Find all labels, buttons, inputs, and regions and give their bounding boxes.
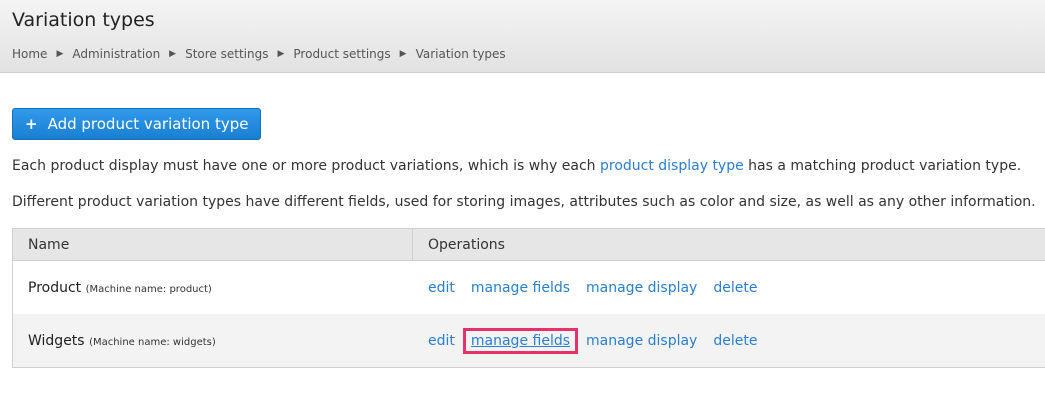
row-name: Product: [28, 279, 82, 296]
breadcrumb-separator-icon: ▶: [56, 49, 64, 59]
variation-types-table: Name Operations Product (Machine name: p…: [12, 228, 1045, 368]
description-line-2: Different product variation types have d…: [12, 194, 1036, 210]
breadcrumb-store-settings[interactable]: Store settings: [185, 47, 268, 61]
table-row: Widgets (Machine name: widgets) edit man…: [13, 314, 1045, 367]
plus-icon: +: [25, 115, 38, 133]
row-machine-name: (Machine name: product): [85, 283, 212, 295]
product-display-type-link[interactable]: product display type: [600, 158, 744, 174]
breadcrumb-separator-icon: ▶: [169, 49, 177, 59]
add-button-label: Add product variation type: [47, 115, 249, 133]
breadcrumb-administration[interactable]: Administration: [72, 47, 160, 61]
page-title: Variation types: [12, 9, 155, 31]
manage-display-link[interactable]: manage display: [586, 333, 697, 349]
delete-link[interactable]: delete: [713, 333, 757, 349]
row-name-cell: Product (Machine name: product): [13, 280, 413, 296]
manage-fields-link[interactable]: manage fields: [462, 327, 579, 354]
table-header: Name Operations: [13, 229, 1045, 261]
row-machine-name: (Machine name: widgets): [89, 336, 216, 348]
page-header: Variation types Home ▶ Administration ▶ …: [0, 0, 1045, 73]
description-line-1: Each product display must have one or mo…: [12, 158, 1022, 174]
row-name: Widgets: [28, 332, 85, 349]
breadcrumb-separator-icon: ▶: [277, 49, 285, 59]
row-name-cell: Widgets (Machine name: widgets): [13, 333, 413, 349]
breadcrumb-variation-types[interactable]: Variation types: [416, 47, 506, 61]
breadcrumb-product-settings[interactable]: Product settings: [293, 47, 390, 61]
column-header-operations: Operations: [428, 236, 505, 253]
edit-link[interactable]: edit: [428, 333, 455, 349]
breadcrumb: Home ▶ Administration ▶ Store settings ▶…: [12, 47, 506, 61]
column-header-name: Name: [13, 229, 413, 260]
row-operations: edit manage fields manage display delete: [413, 327, 773, 354]
add-product-variation-type-button[interactable]: + Add product variation type: [12, 108, 262, 140]
edit-link[interactable]: edit: [428, 280, 455, 296]
row-operations: edit manage fields manage display delete: [413, 280, 773, 296]
breadcrumb-separator-icon: ▶: [399, 49, 407, 59]
delete-link[interactable]: delete: [713, 280, 757, 296]
manage-fields-link[interactable]: manage fields: [471, 280, 570, 296]
manage-display-link[interactable]: manage display: [586, 280, 697, 296]
breadcrumb-home[interactable]: Home: [12, 47, 47, 61]
table-row: Product (Machine name: product) edit man…: [13, 261, 1045, 314]
